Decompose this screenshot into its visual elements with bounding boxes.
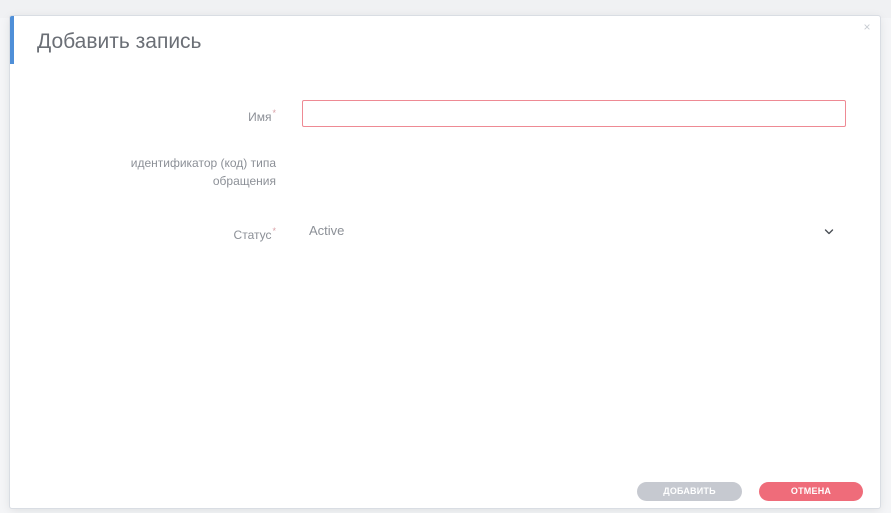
status-required-mark: *	[272, 226, 276, 236]
code-label-line2: обращения	[212, 174, 276, 188]
status-value: Active	[309, 223, 345, 238]
dialog-title: Добавить запись	[37, 30, 202, 53]
name-input[interactable]	[302, 100, 846, 127]
chevron-down-icon[interactable]	[824, 227, 834, 237]
status-label: Статус*	[56, 222, 276, 244]
name-required-mark: *	[272, 108, 276, 118]
dialog-accent-bar	[10, 16, 14, 64]
status-label-text: Статус	[233, 228, 272, 242]
code-label: идентификатор (код) типа обращения	[56, 154, 276, 190]
close-icon[interactable]: ×	[860, 20, 874, 34]
add-button[interactable]: ДОБАВИТЬ	[637, 482, 742, 501]
add-record-dialog: Добавить запись × Имя* идентификатор (ко…	[10, 16, 880, 508]
code-label-line1: идентификатор (код) типа	[130, 156, 276, 170]
status-select[interactable]: Active	[302, 218, 846, 244]
name-label: Имя*	[56, 104, 276, 126]
cancel-button[interactable]: ОТМЕНА	[759, 482, 863, 501]
name-label-text: Имя	[248, 110, 272, 124]
